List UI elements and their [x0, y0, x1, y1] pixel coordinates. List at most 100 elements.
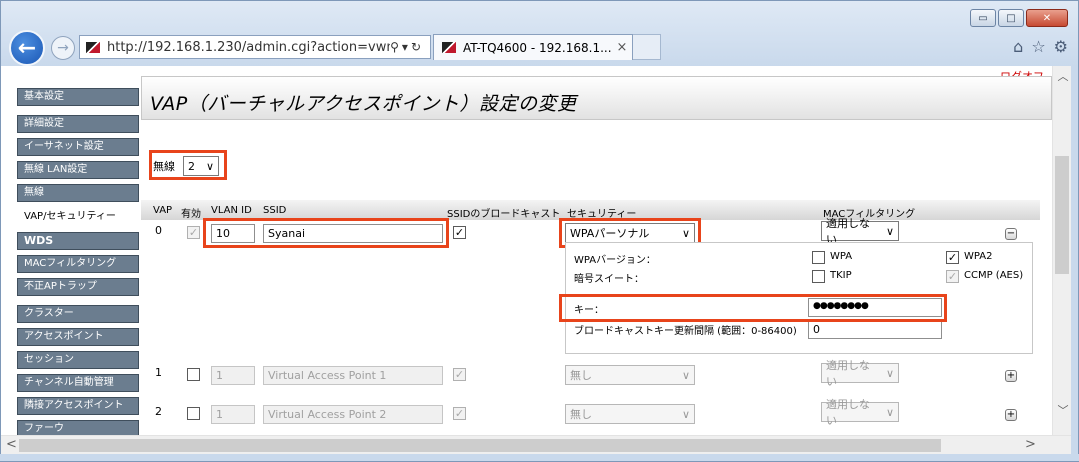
row1-security-select: 無し ∨	[565, 365, 695, 385]
scroll-up-icon[interactable]: ︿	[1056, 68, 1070, 84]
header-vlan-id: VLAN ID	[211, 205, 252, 216]
scroll-right-icon[interactable]: >	[1025, 437, 1036, 452]
wpa2-checkbox-label: WPA2	[964, 251, 993, 262]
row1-vap: 1	[155, 366, 162, 379]
row0-collapse-button[interactable]: −	[1005, 228, 1017, 240]
chevron-down-icon: ∨	[681, 407, 690, 421]
sidebar-item-advanced[interactable]: 詳細設定	[17, 115, 139, 133]
back-arrow-icon: ←	[17, 35, 37, 61]
sidebar-item-firmware[interactable]: ファーウ	[17, 420, 139, 435]
minimize-button[interactable]: ▭	[970, 9, 996, 27]
site-logo-icon	[86, 41, 100, 53]
header-ssid-broadcast: SSIDのブロードキャスト	[447, 209, 561, 220]
horizontal-scrollbar[interactable]: < >	[1, 435, 1071, 454]
cipher-suite-label: 暗号スイート：	[574, 274, 644, 285]
row1-broadcast-checkbox: ✓	[453, 368, 466, 381]
header-enabled: 有効	[181, 209, 201, 220]
page-title: VAP（バーチャルアクセスポイント）設定の変更	[141, 76, 1052, 120]
row2-security-value: 無し	[570, 408, 592, 421]
row2-security-select: 無し ∨	[565, 404, 695, 424]
wpa-checkbox-label: WPA	[830, 251, 853, 262]
window-frame-left	[0, 66, 1, 462]
highlight-key	[559, 294, 947, 322]
row1-mac-select: 適用しない ∨	[821, 359, 899, 388]
address-bar[interactable]: http://192.168.1.230/admin.cgi?action=vw…	[79, 35, 431, 59]
vertical-scrollbar[interactable]: ︿ ﹀	[1052, 66, 1071, 435]
chevron-down-icon: ∨	[885, 224, 894, 238]
new-tab-button[interactable]	[633, 34, 661, 60]
sidebar-item-channel-mgmt[interactable]: チャンネル自動管理	[17, 374, 139, 392]
close-window-button[interactable]: ✕	[1026, 9, 1068, 27]
search-refresh-icons[interactable]: ⚲▾↻	[390, 40, 430, 54]
sidebar: 基本設定 詳細設定 イーサネット設定 無線 LAN設定 無線 VAP/セキュリテ…	[17, 88, 139, 435]
back-button[interactable]: ←	[9, 30, 45, 66]
ccmp-checkbox-label: CCMP (AES)	[964, 270, 1024, 281]
sidebar-item-access-points[interactable]: アクセスポイント	[17, 328, 139, 346]
wpa2-checkbox[interactable]: ✓	[946, 251, 959, 264]
main-content: VAP（バーチャルアクセスポイント）設定の変更 無線 2 ∨ VAP 有効 VL…	[141, 76, 1052, 435]
highlight-vlan-ssid	[203, 218, 449, 248]
row2-broadcast-checkbox: ✓	[453, 407, 466, 420]
browser-tab[interactable]: AT-TQ4600 - 192.168.1.... ×	[433, 34, 633, 60]
row2-mac-value: 適用しない	[826, 398, 870, 427]
sidebar-item-radio[interactable]: 無線	[17, 184, 139, 202]
tkip-checkbox-label: TKIP	[830, 270, 852, 281]
sidebar-item-mac-filter[interactable]: MACフィルタリング	[17, 255, 139, 273]
sidebar-item-sessions[interactable]: セッション	[17, 351, 139, 369]
horizontal-scroll-thumb[interactable]	[19, 439, 941, 452]
sidebar-item-vap-security[interactable]: VAP/セキュリティー	[17, 207, 139, 227]
window-controls: ▭ □ ✕	[970, 9, 1068, 27]
tkip-checkbox[interactable]	[812, 270, 825, 283]
sidebar-item-wlan[interactable]: 無線 LAN設定	[17, 161, 139, 179]
header-ssid: SSID	[263, 205, 287, 216]
sidebar-item-ethernet[interactable]: イーサネット設定	[17, 138, 139, 156]
broadcast-key-interval-input[interactable]: 0	[808, 320, 942, 339]
vap-table-header: VAP 有効 VLAN ID SSID SSIDのブロードキャスト セキュリティ…	[141, 200, 1040, 220]
forward-button[interactable]: →	[51, 36, 75, 60]
row1-mac-value: 適用しない	[826, 359, 870, 388]
tab-title: AT-TQ4600 - 192.168.1....	[463, 40, 612, 55]
scroll-left-icon[interactable]: <	[6, 437, 17, 452]
window-frame-right	[1071, 66, 1079, 462]
gear-icon[interactable]: ⚙	[1054, 37, 1068, 56]
ccmp-checkbox: ✓	[946, 270, 959, 283]
row2-vlan-input: 1	[211, 405, 255, 424]
chevron-down-icon: ∨	[681, 368, 690, 382]
forward-arrow-icon: →	[57, 40, 69, 56]
broadcast-key-interval-label: ブロードキャストキー更新間隔 (範囲：0-86400)	[574, 326, 797, 337]
row0-broadcast-checkbox[interactable]: ✓	[453, 226, 466, 239]
row0-vap: 0	[155, 224, 162, 237]
wpa-checkbox[interactable]	[812, 251, 825, 264]
address-url[interactable]: http://192.168.1.230/admin.cgi?action=vw…	[107, 40, 390, 55]
row1-vlan-input: 1	[211, 366, 255, 385]
page-viewport: ログオフ 基本設定 詳細設定 イーサネット設定 無線 LAN設定 無線 VAP/…	[1, 66, 1052, 435]
row2-enabled-checkbox[interactable]	[187, 407, 200, 420]
home-icon[interactable]: ⌂	[1013, 37, 1023, 56]
row1-expand-button[interactable]: +	[1005, 370, 1017, 382]
row1-security-value: 無し	[570, 369, 592, 382]
sidebar-item-rogue-ap[interactable]: 不正APトラップ	[17, 278, 139, 296]
header-vap: VAP	[153, 205, 173, 216]
tab-close-icon[interactable]: ×	[612, 40, 632, 55]
row2-ssid-input: Virtual Access Point 2	[263, 405, 443, 424]
row2-vap: 2	[155, 405, 162, 418]
scroll-down-icon[interactable]: ﹀	[1056, 402, 1070, 418]
chevron-down-icon: ∨	[885, 405, 894, 419]
sidebar-item-wds[interactable]: WDS	[17, 232, 139, 250]
star-icon[interactable]: ☆	[1031, 37, 1045, 56]
row2-expand-button[interactable]: +	[1005, 409, 1017, 421]
highlight-radio	[149, 150, 227, 180]
sidebar-item-neighbor-ap[interactable]: 隣接アクセスポイント	[17, 397, 139, 415]
toolbar-right-icons: ⌂ ☆ ⚙	[1013, 37, 1068, 56]
sidebar-item-basic[interactable]: 基本設定	[17, 88, 139, 106]
window-frame-bottom	[0, 454, 1079, 462]
vertical-scroll-thumb[interactable]	[1055, 156, 1069, 274]
row2-mac-select: 適用しない ∨	[821, 398, 899, 427]
tab-logo-icon	[442, 42, 456, 53]
wpa-version-label: WPAバージョン：	[574, 255, 656, 266]
row0-mac-select[interactable]: 適用しない ∨	[821, 217, 899, 246]
maximize-button[interactable]: □	[998, 9, 1024, 27]
row1-enabled-checkbox[interactable]	[187, 368, 200, 381]
row0-enabled-checkbox: ✓	[187, 226, 200, 239]
sidebar-item-cluster[interactable]: クラスター	[17, 305, 139, 323]
